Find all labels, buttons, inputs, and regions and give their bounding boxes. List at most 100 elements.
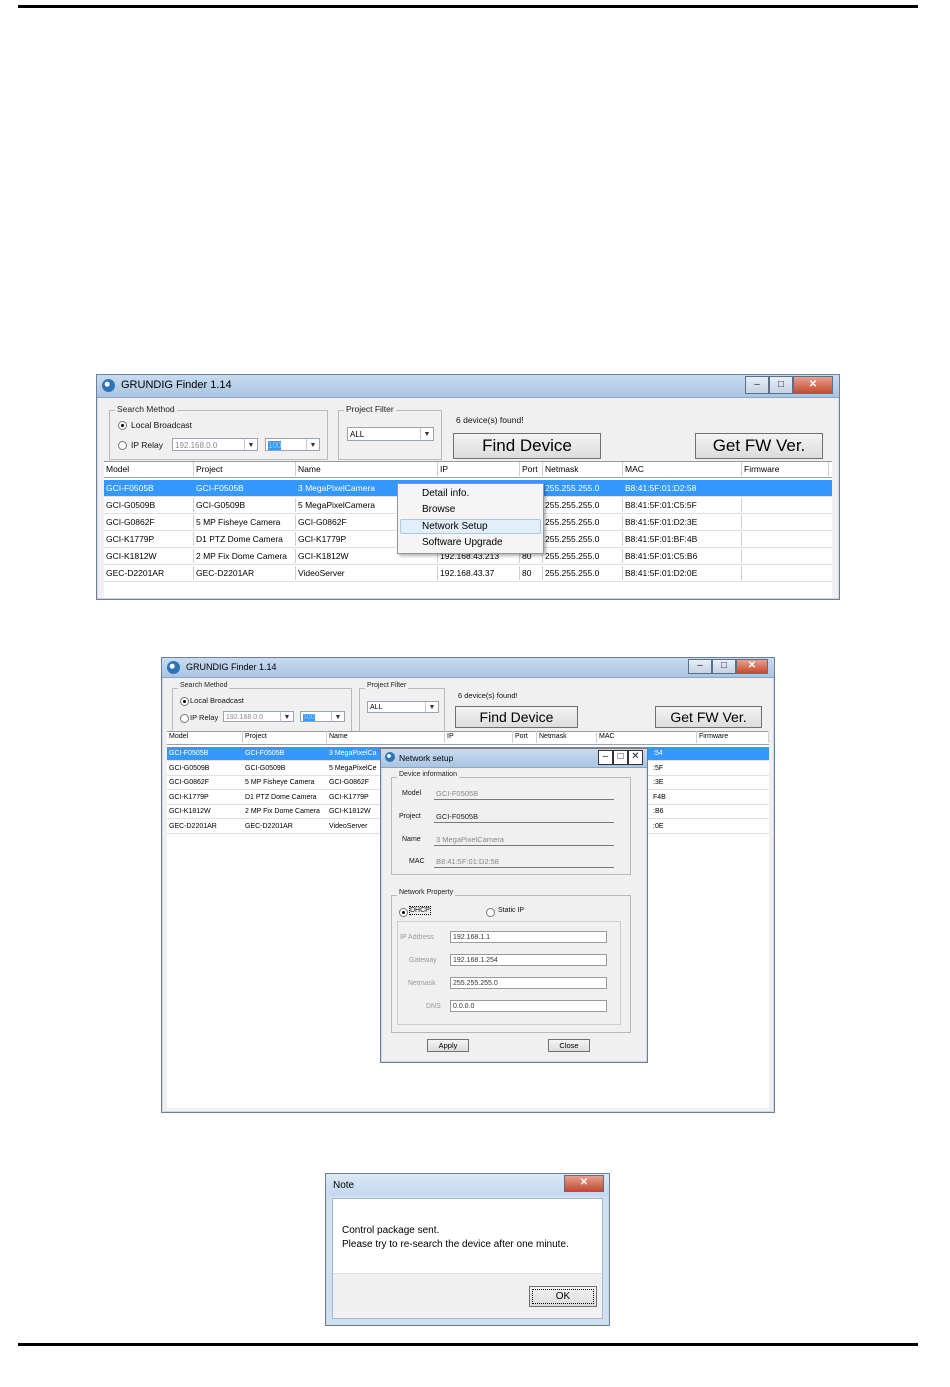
table-cell: F4B <box>653 793 666 801</box>
close-button[interactable]: ✕ <box>564 1175 604 1192</box>
network-setup-dialog: Network setup – □ ✕ Device information M… <box>380 748 648 1063</box>
project-filter-group: Project Filter ALL ▼ <box>359 682 445 732</box>
ip-address-input[interactable]: 192.168.1.1 <box>450 931 607 943</box>
finder-window-1: GRUNDIG Finder 1.14 – □ ✕ Search Method … <box>96 374 840 600</box>
table-cell: 5 MP Fisheye Camera <box>194 515 296 529</box>
app-icon <box>385 752 395 762</box>
device-count-status: 6 device(s) found! <box>456 415 524 425</box>
ip-relay-radio[interactable] <box>180 714 189 723</box>
table-cell: :0E <box>653 822 664 830</box>
model-label: Model <box>402 790 422 797</box>
device-information-group: Device information Model GCI-F0505B Proj… <box>391 771 631 875</box>
project-field[interactable]: GCI-F0505B <box>434 811 614 823</box>
maximize-button[interactable]: □ <box>613 750 628 765</box>
column-header[interactable]: Project <box>243 731 327 743</box>
chevron-down-icon: ▼ <box>244 439 257 450</box>
column-header[interactable]: Project <box>194 462 296 476</box>
column-header[interactable]: Firmware <box>697 731 769 743</box>
project-label: Project <box>399 813 421 820</box>
port-value: 100 <box>303 714 315 721</box>
apply-button[interactable]: Apply <box>427 1039 469 1052</box>
column-header[interactable]: Netmask <box>543 462 623 476</box>
table-cell: GCI-G0509B <box>245 764 286 772</box>
table-cell: GCI-K1812W <box>104 549 194 563</box>
table-cell: GCI-G0509B <box>104 498 194 512</box>
column-header[interactable]: Name <box>296 462 438 476</box>
project-filter-value: ALL <box>370 704 383 711</box>
title-bar[interactable]: GRUNDIG Finder 1.14 – □ ✕ <box>162 658 774 678</box>
column-header[interactable]: Model <box>167 731 243 743</box>
column-header[interactable]: Port <box>513 731 537 743</box>
get-fw-version-button[interactable]: Get FW Ver. <box>655 706 762 728</box>
table-cell: :B6 <box>653 808 664 815</box>
menu-item-software-upgrade[interactable]: Software Upgrade <box>422 537 503 548</box>
get-fw-version-button[interactable]: Get FW Ver. <box>695 433 823 459</box>
note-title-bar[interactable]: Note ✕ <box>326 1174 609 1196</box>
ip-relay-combo[interactable]: 192.168.0.0 ▼ <box>172 438 258 451</box>
column-header[interactable]: Model <box>104 462 194 476</box>
dhcp-radio[interactable] <box>399 908 408 917</box>
dns-input[interactable]: 0.0.0.0 <box>450 1000 607 1012</box>
close-button[interactable]: ✕ <box>628 750 643 765</box>
ip-relay-radio[interactable] <box>118 441 127 450</box>
name-label: Name <box>402 836 421 843</box>
column-header[interactable]: Port <box>520 462 543 476</box>
maximize-button[interactable]: □ <box>769 376 793 394</box>
table-cell: 255.255.255.0 <box>545 483 600 493</box>
local-broadcast-label: Local Broadcast <box>190 696 244 705</box>
table-cell: VideoServer <box>329 822 368 830</box>
dhcp-label: DHCP <box>409 906 431 915</box>
close-button[interactable]: ✕ <box>736 659 768 674</box>
static-ip-radio[interactable] <box>486 908 495 917</box>
project-filter-legend: Project Filter <box>344 404 396 414</box>
column-header[interactable]: MAC <box>597 731 697 743</box>
dialog-title-bar[interactable]: Network setup – □ ✕ <box>381 749 647 768</box>
port-combo[interactable]: 100 ▼ <box>300 711 345 722</box>
ip-relay-label: IP Relay <box>190 713 219 722</box>
table-cell: VideoServer <box>296 566 438 580</box>
table-cell: B8:41:5F:01:D2:0E <box>623 566 742 580</box>
column-header[interactable]: MAC <box>623 462 742 476</box>
table-cell: 2 MP Fix Dome Camera <box>245 808 320 815</box>
port-combo[interactable]: 100 ▼ <box>265 438 320 451</box>
project-filter-select[interactable]: ALL ▼ <box>367 701 439 713</box>
table-cell: B8:41:5F:01:D2:3E <box>623 515 742 529</box>
column-header[interactable]: IP <box>438 462 520 476</box>
find-device-button[interactable]: Find Device <box>453 433 601 459</box>
local-broadcast-radio[interactable] <box>180 697 189 706</box>
table-cell: GCI-K1779P <box>169 793 209 801</box>
menu-item-detail-info[interactable]: Detail info. <box>422 488 469 499</box>
column-header[interactable]: IP <box>445 731 513 743</box>
search-method-legend: Search Method <box>115 404 177 414</box>
local-broadcast-radio[interactable] <box>118 421 127 430</box>
gateway-input[interactable]: 192.168.1.254 <box>450 954 607 966</box>
static-ip-label: Static IP <box>498 907 525 914</box>
menu-item-browse[interactable]: Browse <box>422 504 455 515</box>
title-bar[interactable]: GRUNDIG Finder 1.14 – □ ✕ <box>97 375 839 398</box>
note-message-line-1: Control package sent. <box>342 1225 440 1236</box>
grid-header: Model Project Name IP Port Netmask MAC Firmware <box>167 731 769 745</box>
minimize-button[interactable]: – <box>688 659 712 674</box>
column-header[interactable]: Netmask <box>537 731 597 743</box>
minimize-button[interactable]: – <box>598 750 613 765</box>
find-device-button[interactable]: Find Device <box>455 706 578 728</box>
table-cell: GEC-D2201AR <box>194 566 296 580</box>
ip-relay-combo[interactable]: 192.168.0.0 ▼ <box>223 711 294 722</box>
close-dialog-button[interactable]: Close <box>548 1039 590 1052</box>
name-field[interactable]: 3 MegaPixelCamera <box>434 834 614 846</box>
maximize-button[interactable]: □ <box>712 659 736 674</box>
table-cell: 255.255.255.0 <box>543 566 623 580</box>
project-filter-select[interactable]: ALL ▼ <box>347 427 434 441</box>
table-row[interactable]: GEC-D2201AR GEC-D2201AR VideoServer 192.168… <box>104 565 832 582</box>
window-title: GRUNDIG Finder 1.14 <box>121 379 232 391</box>
ok-button[interactable]: OK <box>529 1286 597 1307</box>
netmask-input[interactable]: 255.255.255.0 <box>450 977 607 989</box>
menu-item-network-setup[interactable]: Network Setup <box>422 521 488 532</box>
close-button[interactable]: ✕ <box>793 376 833 394</box>
dialog-title: Network setup <box>399 753 454 763</box>
minimize-button[interactable]: – <box>745 376 769 394</box>
gateway-label: Gateway <box>409 957 437 964</box>
column-header[interactable]: Firmware <box>742 462 829 476</box>
table-cell: GCI-G0862F <box>169 779 210 786</box>
column-header[interactable]: Name <box>327 731 445 743</box>
